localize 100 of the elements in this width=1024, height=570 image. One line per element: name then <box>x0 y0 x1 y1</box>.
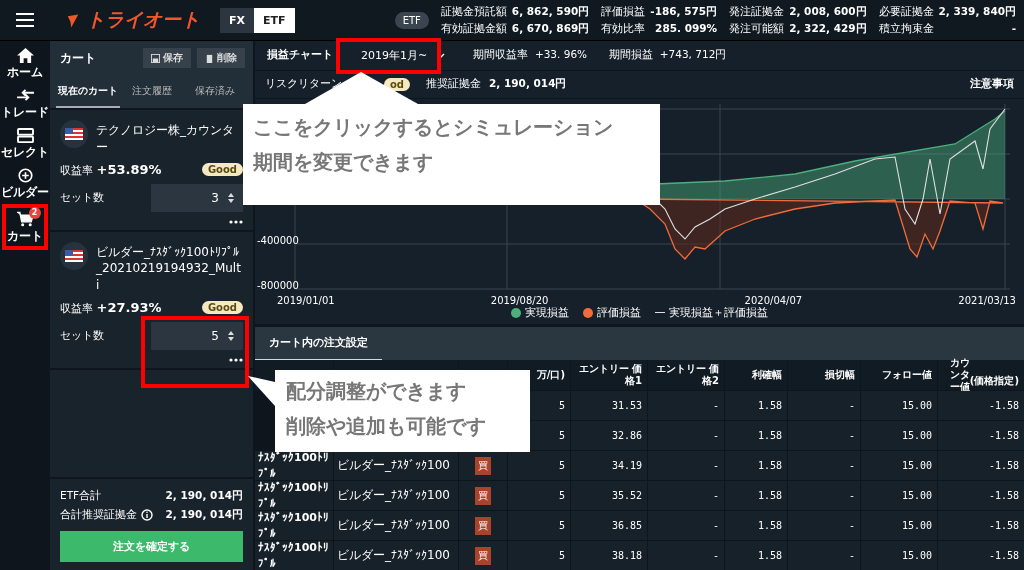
axis-label: 2021/03/13 <box>958 294 1016 306</box>
count-badge: 2 <box>28 206 41 219</box>
stat-value: 6, 862, 590円 <box>511 4 590 19</box>
buy-badge: 買 <box>475 486 491 505</box>
table-cell: 1.58 <box>725 391 787 420</box>
flag-icon <box>60 120 88 148</box>
rating-badge: Good <box>201 163 243 177</box>
trash-icon <box>205 53 214 63</box>
table-cell: - <box>788 451 860 480</box>
stat-value: 2, 322, 429円 <box>789 21 867 36</box>
axis-label: 2019/01/01 <box>277 294 335 306</box>
buy-badge: 買 <box>475 546 491 565</box>
table-cell: -1.58 <box>938 481 1024 510</box>
table-cell: -1.58 <box>938 451 1024 480</box>
period-dropdown[interactable]: 2019年1月~ <box>355 46 452 64</box>
table-cell: 15.00 <box>861 511 937 540</box>
logo-text: トライオート <box>86 7 200 32</box>
table-cell: 34.19 <box>571 451 647 480</box>
table-cell: - <box>648 451 724 480</box>
yield-text: 収益率 +53.89% <box>60 161 162 178</box>
table-cell: - <box>788 421 860 450</box>
rating-badge: od <box>384 77 411 91</box>
table-cell: 1.58 <box>725 481 787 510</box>
table-cell: 15.00 <box>861 541 937 570</box>
panel-button[interactable]: 削除 <box>197 48 245 68</box>
table-cell: 32.86 <box>571 421 647 450</box>
stat-label: 発注証拠金 <box>729 4 785 19</box>
yield-text: 収益率 +27.93% <box>60 300 162 316</box>
home-icon <box>16 48 34 63</box>
table-cell: ﾅｽﾀﾞｯｸ100ﾄﾘﾌﾟﾙ <box>255 541 333 570</box>
column-header: 利確幅 <box>725 360 787 390</box>
nav-item[interactable]: ビルダー <box>0 164 54 204</box>
stat-label: 必要証拠金 <box>878 4 934 19</box>
table-cell: -1.58 <box>938 541 1024 570</box>
table-cell: 15.00 <box>861 421 937 450</box>
column-header: 損切幅 <box>788 360 860 390</box>
table-cell: 15.00 <box>861 451 937 480</box>
chart-title: 損益チャート <box>267 48 333 63</box>
table-cell: 35.52 <box>571 481 647 510</box>
table-cell: 5 <box>508 541 570 570</box>
stat-label: 有効比率 <box>601 21 646 36</box>
stat-label: 有効証拠金額 <box>440 21 507 36</box>
table-cell: -1.58 <box>938 511 1024 540</box>
notes-link[interactable]: 注意事項 <box>970 77 1014 92</box>
table-cell: - <box>788 511 860 540</box>
callout-text: ここをクリックするとシミュレーション 期間を変更できます <box>253 114 613 176</box>
table-cell: 5 <box>508 451 570 480</box>
table-cell: 36.85 <box>571 511 647 540</box>
table-cell: ビルダー_ﾅｽﾀﾞｯｸ100 <box>334 511 458 540</box>
total-label: ETF合計 <box>60 489 102 503</box>
tab[interactable]: 注文履歴 <box>119 74 184 108</box>
panel-button[interactable]: 保存 <box>143 48 191 68</box>
axis-label: -800000 <box>257 279 299 291</box>
table-cell: ビルダー_ﾅｽﾀﾞｯｸ100 <box>334 541 458 570</box>
total-label: 合計推奨証拠金 <box>60 508 137 522</box>
stat-label: 発注可能額 <box>729 21 785 36</box>
more-icon[interactable] <box>229 219 243 224</box>
table-cell: - <box>788 481 860 510</box>
table-cell: ﾅｽﾀﾞｯｸ100ﾄﾘﾌﾟﾙ <box>255 451 333 480</box>
list-icon <box>16 128 34 143</box>
stat-value: 2, 339, 840円 <box>938 4 1016 19</box>
legend-label: 実現損益 <box>525 305 569 320</box>
up-down-icon[interactable] <box>227 330 235 342</box>
table-cell: -1.58 <box>938 391 1024 420</box>
stat-label: 証拠金預託額 <box>440 4 507 19</box>
cart-icon <box>16 210 34 227</box>
table-cell: - <box>648 481 724 510</box>
risk-label: リスクリターン <box>265 77 342 92</box>
arrows-icon <box>16 88 34 103</box>
sets-field[interactable]: 3 <box>151 183 243 212</box>
up-down-icon[interactable] <box>227 191 235 204</box>
rating-badge: Good <box>201 301 243 315</box>
flag-icon <box>60 241 88 270</box>
margin-value: 2, 190, 014円 <box>489 77 567 92</box>
table-cell: 5 <box>508 481 570 510</box>
item-name: ビルダー_ﾅｽﾀﾞｯｸ100ﾄﾘﾌﾟﾙ_20210219194932_Multi <box>96 243 242 294</box>
table-cell: 1.58 <box>725 421 787 450</box>
info-icon[interactable] <box>141 509 153 521</box>
table-cell: 15.00 <box>861 391 937 420</box>
mode-button[interactable]: ETF <box>254 7 295 33</box>
table-cell: - <box>648 541 724 570</box>
tab[interactable]: 現在のカート <box>56 74 120 108</box>
stat-label: 積立拘束金 <box>878 21 934 36</box>
stat-value: 285. 099% <box>655 21 718 36</box>
nav-item[interactable]: セレクト <box>0 124 54 164</box>
nav-item[interactable]: トレード <box>0 84 54 124</box>
stat-value: -186, 575円 <box>650 4 718 19</box>
nav-item[interactable]: ホーム <box>2 44 48 84</box>
save-icon <box>151 53 160 63</box>
tab[interactable]: 保存済み <box>183 74 247 108</box>
axis-label: 2020/04/07 <box>744 294 803 306</box>
sets-field[interactable]: 5 <box>151 322 243 350</box>
panel-title: カート <box>60 49 97 67</box>
item-name: テクノロジー株_カウンター <box>96 122 235 156</box>
table-cell: - <box>648 391 724 420</box>
table-cell: - <box>788 541 860 570</box>
axis-label: 2019/08/20 <box>490 294 549 306</box>
more-icon[interactable] <box>229 358 243 362</box>
menu-icon[interactable] <box>16 13 34 27</box>
margin-label: 推奨証拠金 <box>426 77 482 92</box>
